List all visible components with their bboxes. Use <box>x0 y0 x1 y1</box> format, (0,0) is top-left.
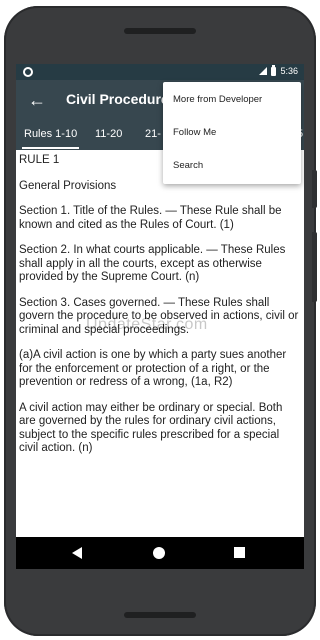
menu-item-more-from-developer[interactable]: More from Developer <box>173 94 262 105</box>
status-bar: 5:36 <box>16 64 304 80</box>
screen: 5:36 ← Civil Procedure Rules 1-10 11-20 … <box>16 64 304 569</box>
page-title: Civil Procedure <box>66 91 169 107</box>
navigation-bar <box>16 537 304 569</box>
nav-recents-icon[interactable] <box>234 547 245 558</box>
arrow-left-icon[interactable]: ← <box>26 89 48 111</box>
tab-rules-1-10[interactable]: Rules 1-10 <box>21 128 80 149</box>
tab-21[interactable]: 21- <box>145 128 161 140</box>
power-button <box>312 170 317 208</box>
top-speaker <box>124 28 196 34</box>
nav-back-icon[interactable] <box>72 547 82 559</box>
menu-item-follow-me[interactable]: Follow Me <box>173 127 216 138</box>
bottom-speaker <box>124 612 196 618</box>
overflow-menu: More from Developer Follow Me Search <box>163 82 301 184</box>
notification-icon <box>23 67 33 77</box>
nav-home-icon[interactable] <box>153 547 165 559</box>
battery-icon <box>271 64 277 76</box>
signal-icon <box>259 67 268 75</box>
paragraph: A civil action may either be ordinary or… <box>19 401 283 455</box>
menu-item-search[interactable]: Search <box>173 160 203 171</box>
tab-11-20[interactable]: 11-20 <box>95 128 122 140</box>
clock: 5:36 <box>280 66 298 76</box>
paragraph: Section 1. Title of the Rules. — These R… <box>19 205 282 231</box>
status-icons: 5:36 <box>259 64 298 76</box>
volume-button <box>312 232 317 302</box>
paragraph: (a)A civil action is one by which a part… <box>19 349 287 388</box>
watermark: UpdateStar.com <box>86 316 208 333</box>
paragraph: Section 2. In what courts applicable. — … <box>19 244 286 283</box>
